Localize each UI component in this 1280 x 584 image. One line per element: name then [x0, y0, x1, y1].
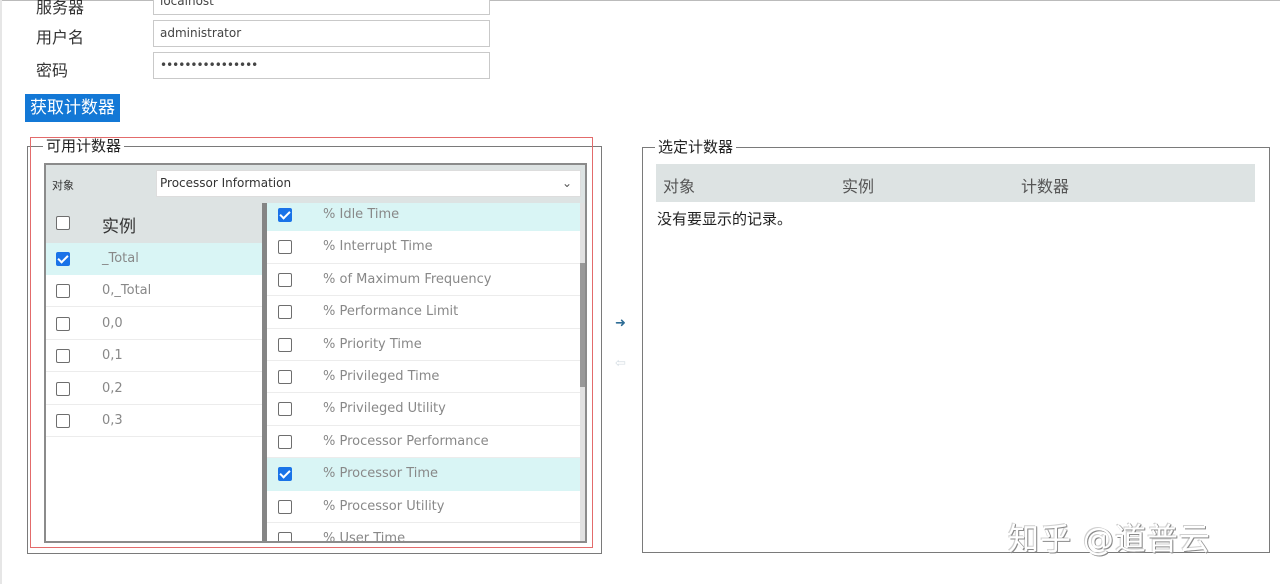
counter-label: % Idle Time [323, 207, 400, 222]
instance-label: 0,3 [102, 413, 123, 428]
counter-label: % Processor Time [323, 466, 439, 482]
instance-checkbox[interactable] [56, 252, 70, 266]
counter-checkbox[interactable] [278, 337, 292, 352]
watermark: 知乎 @道普云 [1008, 522, 1211, 558]
counter-list: % Idle Time % Interrupt Time % of Maximum … [267, 203, 580, 543]
instance-checkbox[interactable] [56, 381, 70, 396]
counter-checkbox[interactable] [278, 532, 292, 541]
select-all-instances-checkbox[interactable] [56, 216, 70, 230]
instance-checkbox[interactable] [56, 316, 70, 331]
counter-row[interactable]: % Privileged Utility [267, 393, 580, 426]
instance-checkbox[interactable] [56, 284, 70, 299]
counter-row[interactable]: % User Time [267, 523, 580, 543]
counter-row[interactable]: % Processor Performance [267, 426, 580, 459]
scrollbar-thumb[interactable] [580, 263, 585, 387]
username-input[interactable]: administrator [153, 20, 490, 47]
selected-counters-legend: 选定计数器 [655, 138, 737, 156]
column-instance[interactable]: 实例 [842, 173, 874, 197]
instance-header-label: 实例 [102, 217, 136, 237]
counter-label: % Processor Utility [323, 498, 445, 514]
counter-checkbox[interactable] [278, 499, 292, 514]
counter-label: % Privileged Utility [323, 401, 446, 417]
instance-row[interactable]: 0,0 [46, 308, 262, 340]
counter-row[interactable]: % of Maximum Frequency [267, 264, 580, 297]
left-edge [0, 0, 2, 584]
counter-checkbox[interactable] [278, 272, 292, 287]
counter-label: % Performance Limit [323, 304, 459, 320]
counter-row[interactable]: % Privileged Time [267, 361, 580, 394]
counter-checkbox[interactable] [278, 434, 292, 449]
instance-label: 0,0 [102, 315, 123, 331]
server-input[interactable]: localhost [153, 0, 490, 15]
counter-label: % User Time [323, 531, 406, 543]
counter-checkbox[interactable] [278, 402, 292, 417]
counter-checkbox[interactable] [278, 208, 292, 222]
server-label: 服务器 [36, 0, 85, 17]
arrow-right-icon[interactable]: ➜ [615, 317, 626, 330]
instance-checkbox[interactable] [56, 414, 70, 428]
counter-row[interactable]: % Processor Time [267, 458, 580, 491]
counter-row[interactable]: % Processor Utility [267, 491, 580, 523]
counter-checkbox[interactable] [278, 467, 292, 482]
instance-label: 0,_Total [102, 283, 152, 299]
counter-checkbox[interactable] [278, 370, 292, 384]
counter-row[interactable]: % Idle Time [267, 203, 580, 232]
counter-label: % Privileged Time [323, 369, 440, 384]
password-input[interactable]: •••••••••••••••• [153, 52, 490, 79]
counter-label: % Processor Performance [323, 433, 489, 449]
instance-label: 0,1 [102, 348, 123, 364]
counter-row[interactable]: % Performance Limit [267, 296, 580, 329]
chevron-down-icon: ⌄ [561, 176, 572, 190]
empty-message: 没有要显示的记录。 [657, 210, 793, 228]
instance-label: 0,2 [102, 380, 123, 396]
object-header: 对象 Processor Information ⌄ [46, 165, 585, 203]
counter-checkbox[interactable] [278, 240, 292, 255]
column-counter[interactable]: 计数器 [1021, 173, 1069, 197]
instance-row[interactable]: _Total [46, 243, 262, 275]
instance-header: 实例 [46, 203, 262, 243]
instance-label: _Total [102, 251, 139, 266]
instance-checkbox[interactable] [56, 349, 70, 364]
available-counters-legend: 可用计数器 [43, 137, 125, 155]
fetch-counters-button[interactable]: 获取计数器 [25, 94, 120, 122]
instance-row[interactable]: 0,_Total [46, 275, 262, 308]
instance-list: 实例 _Total 0,_Total 0,0 0,1 0,2 0,3 [46, 203, 262, 541]
instance-row[interactable]: 0,1 [46, 340, 262, 373]
instance-row[interactable]: 0,2 [46, 373, 262, 405]
column-object[interactable]: 对象 [663, 173, 695, 197]
object-select-value: Processor Information [160, 176, 292, 190]
counter-list-scrollbar[interactable] [580, 203, 585, 541]
counter-row[interactable]: % Priority Time [267, 329, 580, 361]
selected-table-header: 对象 实例 计数器 [656, 164, 1255, 202]
object-select[interactable]: Processor Information ⌄ [156, 170, 581, 197]
counter-row[interactable]: % Interrupt Time [267, 231, 580, 264]
arrow-left-icon[interactable]: ⇦ [615, 357, 626, 370]
username-label: 用户名 [36, 28, 85, 47]
counter-checkbox[interactable] [278, 305, 292, 320]
counter-picker: 对象 Processor Information ⌄ 实例 _Total 0,_T… [44, 163, 587, 543]
counter-label: % Priority Time [323, 336, 422, 352]
object-label: 对象 [52, 179, 74, 192]
counter-label: % Interrupt Time [323, 239, 433, 255]
password-label: 密码 [36, 61, 69, 80]
instance-row[interactable]: 0,3 [46, 405, 262, 437]
counter-label: % of Maximum Frequency [323, 271, 492, 287]
